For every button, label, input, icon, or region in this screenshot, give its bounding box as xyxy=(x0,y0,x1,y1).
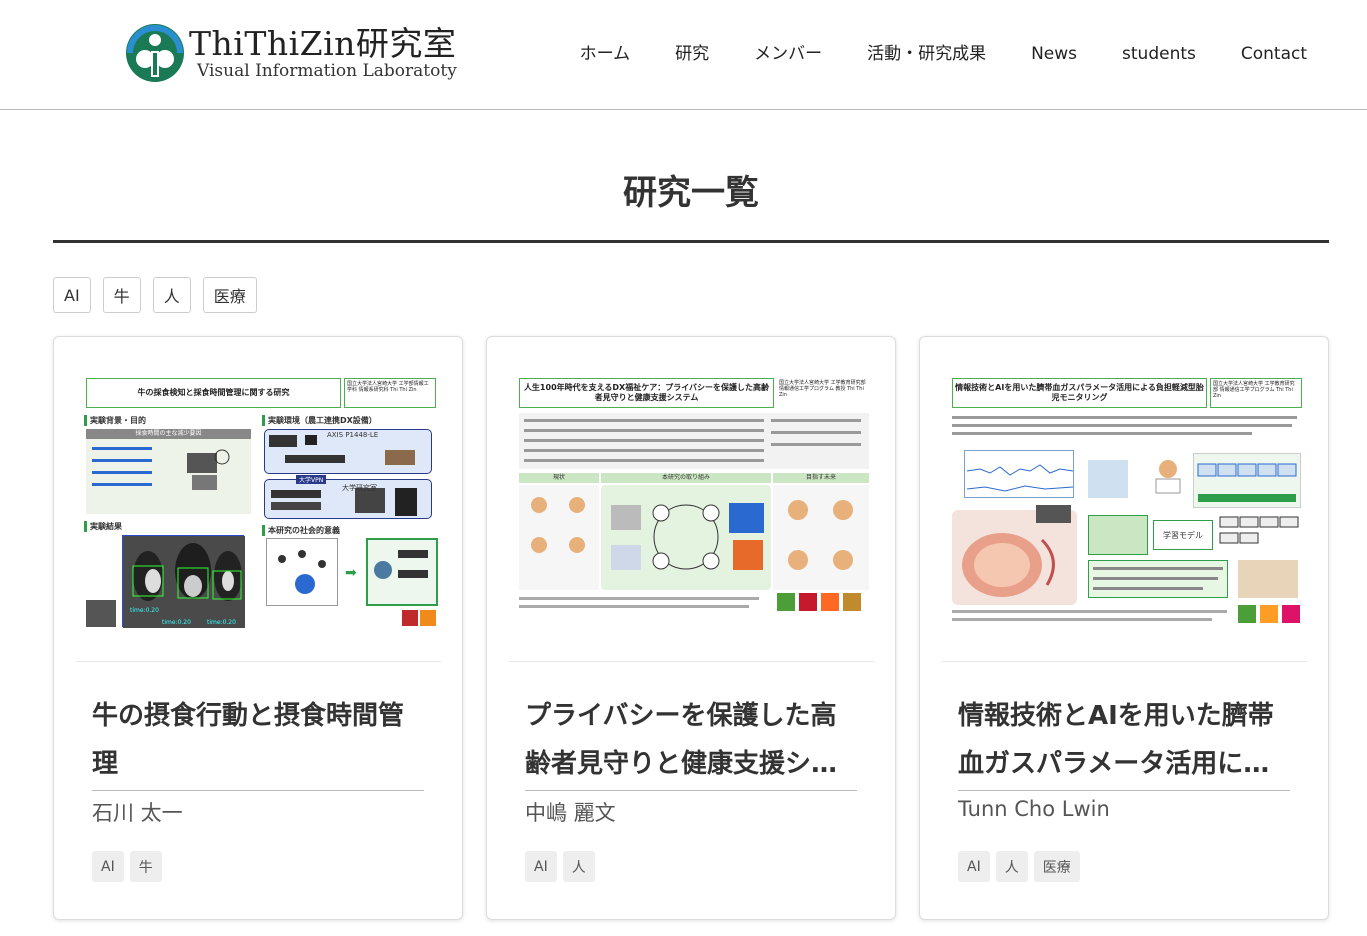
research-card-fetal-monitoring[interactable]: 情報技術とAIを用いた臍帯血ガスパラメータ活用による負担軽減型胎児モニタリング … xyxy=(919,336,1329,920)
nav-contact[interactable]: Contact xyxy=(1241,40,1307,68)
research-poster-image: 牛の採食検知と採食時間管理に関する研究 国立大学法人宮崎大学 工学部情報工学科 … xyxy=(82,375,440,632)
card-tags: AI 牛 xyxy=(92,851,168,882)
card-author: 石川 太一 xyxy=(92,801,183,825)
computer-icon xyxy=(1088,460,1128,498)
cow-icon xyxy=(182,445,242,495)
input-data-box xyxy=(1088,515,1148,555)
ctg-waveform xyxy=(964,450,1074,498)
poster-subheader: 採食時間の主な減少要因 xyxy=(86,429,251,439)
nav-activities[interactable]: 活動・研究成果 xyxy=(867,40,986,68)
card-title-rule xyxy=(92,790,424,791)
sdg-icons xyxy=(777,593,869,611)
poster-illustration xyxy=(773,485,869,590)
poster-illustration xyxy=(519,485,599,590)
nav-students[interactable]: students xyxy=(1122,40,1196,68)
tag-human[interactable]: 人 xyxy=(995,851,1028,882)
poster-illustration xyxy=(266,538,338,606)
doctor-icon xyxy=(1148,455,1188,495)
poster-affiliation: 国立大学法人宮崎大学 工学教育研究部 情報通信工学プログラム Thi Thi Z… xyxy=(1210,378,1302,408)
poster-illustration xyxy=(601,485,771,590)
tag-human[interactable]: 人 xyxy=(562,851,595,882)
poster-list xyxy=(92,445,182,490)
poster-illustration xyxy=(366,538,438,606)
card-divider xyxy=(76,661,441,662)
card-tags: AI 人 xyxy=(525,851,601,882)
card-title-rule xyxy=(958,790,1290,791)
poster-column-header: 目指す未来 xyxy=(773,473,869,483)
poster-footer-text xyxy=(519,595,769,615)
research-poster-image: 情報技術とAIを用いた臍帯血ガスパラメータ活用による負担軽減型胎児モニタリング … xyxy=(948,375,1306,632)
detection-time-label: time:0.20 xyxy=(130,607,159,614)
tag-ai[interactable]: AI xyxy=(525,851,557,882)
monitor-device-icon xyxy=(1036,505,1071,523)
research-card-list: 牛の採食検知と採食時間管理に関する研究 国立大学法人宮崎大学 工学部情報工学科 … xyxy=(53,336,1329,921)
tag-ai[interactable]: AI xyxy=(92,851,124,882)
main-nav: ホーム 研究 メンバー 活動・研究成果 News students Contac… xyxy=(535,40,1307,68)
poster-affiliation: 国立大学法人宮崎大学 工学部情報工学科 情報系研究科 Thi Thi Zin xyxy=(344,378,436,408)
poster-heading: 情報技術とAIを用いた臍帯血ガスパラメータ活用による負担軽減型胎児モニタリング xyxy=(952,378,1207,408)
poster-params-box xyxy=(1193,453,1301,508)
card-tags: AI 人 医療 xyxy=(958,851,1086,882)
poster-block xyxy=(519,413,869,469)
sdg-icons xyxy=(402,610,438,626)
camera-model-label: AXIS P1448-LE xyxy=(327,431,379,439)
lab-logo-icon xyxy=(126,23,184,82)
poster-heading: 人生100年時代を支えるDX福祉ケア：プライバシーを保護した高齢者見守りと健康支… xyxy=(519,378,774,408)
tag-medical[interactable]: 医療 xyxy=(1033,851,1080,882)
research-card-cattle[interactable]: 牛の採食検知と採食時間管理に関する研究 国立大学法人宮崎大学 工学部情報工学科 … xyxy=(53,336,463,920)
tag-cattle[interactable]: 牛 xyxy=(129,851,162,882)
poster-section: 実験環境（農工連携DX設備） xyxy=(262,415,377,426)
filter-ai[interactable]: AI xyxy=(53,277,91,313)
poster-section: 実験背景・目的 xyxy=(84,415,146,426)
detection-time-label: time:0.20 xyxy=(207,619,236,626)
poster-photo xyxy=(1238,560,1298,598)
nav-research[interactable]: 研究 xyxy=(675,40,709,68)
site-header: ThiThiZin研究室 Visual Information Laborato… xyxy=(0,0,1367,110)
poster-column-header: 現状 xyxy=(519,473,599,483)
card-divider xyxy=(509,661,874,662)
page-title: 研究一覧 xyxy=(623,173,759,213)
logo-subtitle: Visual Information Laboratoty xyxy=(197,60,457,81)
nav-members[interactable]: メンバー xyxy=(754,40,822,68)
card-divider xyxy=(942,661,1307,662)
category-filters: AI 牛 人 医療 xyxy=(53,277,269,313)
network-label: 大学VPN xyxy=(296,475,327,484)
card-title[interactable]: 情報技術とAIを用いた臍帯血ガスパラメータ活用による負担軽減型胎児モニタリング xyxy=(958,692,1293,788)
poster-results-box xyxy=(1088,560,1228,598)
poster-section: 本研究の社会的意義 xyxy=(262,525,340,536)
poster-section: 実験結果 xyxy=(84,521,122,532)
poster-intro-text xyxy=(952,413,1302,441)
detection-time-label: time:0.20 xyxy=(162,619,191,626)
nav-news[interactable]: News xyxy=(1031,40,1077,68)
poster-output-params xyxy=(1218,513,1302,553)
research-card-elderly-care[interactable]: 人生100年時代を支えるDX福祉ケア：プライバシーを保護した高齢者見守りと健康支… xyxy=(486,336,896,920)
filter-cattle[interactable]: 牛 xyxy=(102,277,141,313)
tag-ai[interactable]: AI xyxy=(958,851,990,882)
fetus-illustration xyxy=(952,510,1077,605)
card-title[interactable]: プライバシーを保護した高齢者見守りと健康支援システム xyxy=(525,692,860,788)
poster-affiliation: 国立大学法人宮崎大学 工学教育研究部 情報通信工学プログラム 教授 Thi Th… xyxy=(779,380,866,398)
title-divider xyxy=(53,240,1329,243)
card-author: 中嶋 麗文 xyxy=(525,801,616,825)
site-logo[interactable]: ThiThiZin研究室 Visual Information Laborato… xyxy=(125,20,457,85)
card-title-rule xyxy=(525,790,857,791)
poster-footer-text xyxy=(952,608,1232,628)
logo-title: ThiThiZin研究室 xyxy=(189,23,457,63)
poster-column-header: 本研究の取り組み xyxy=(601,473,771,483)
card-author: Tunn Cho Lwin xyxy=(958,797,1110,821)
poster-heading: 牛の採食検知と採食時間管理に関する研究 xyxy=(86,378,341,408)
server-label: 大学研究室 xyxy=(342,484,377,492)
arrow-right-icon: ➡ xyxy=(345,565,357,581)
nav-home[interactable]: ホーム xyxy=(580,40,631,68)
filter-medical[interactable]: 医療 xyxy=(202,277,257,313)
poster-thumb xyxy=(86,600,116,627)
model-box: 学習モデル xyxy=(1153,520,1213,550)
poster-note xyxy=(86,498,251,512)
filter-human[interactable]: 人 xyxy=(152,277,191,313)
research-poster-image: 人生100年時代を支えるDX福祉ケア：プライバシーを保護した高齢者見守りと健康支… xyxy=(515,375,873,632)
card-title[interactable]: 牛の摂食行動と摂食時間管理 xyxy=(92,692,427,788)
sdg-icons xyxy=(1238,605,1302,623)
